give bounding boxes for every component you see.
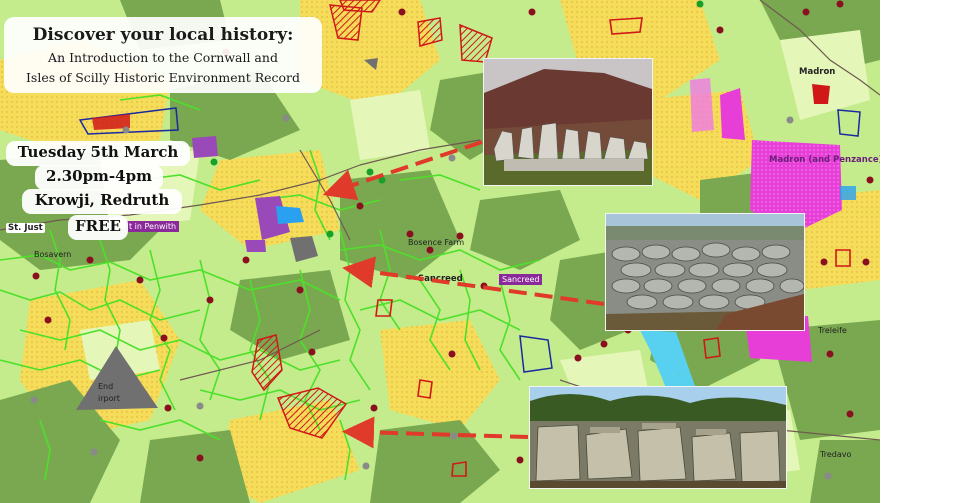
label-sancreed-village: Sancreed <box>418 274 463 284</box>
photo-stone-hedge-moorland <box>483 58 653 186</box>
event-price: FREE <box>68 215 128 240</box>
event-time: 2.30pm-4pm <box>35 165 163 190</box>
title-card: Discover your local history: An Introduc… <box>4 17 322 93</box>
label-st-just: St. Just <box>6 223 45 233</box>
label-treleife: Treleife <box>818 326 847 335</box>
label-airport: irport <box>98 394 120 403</box>
event-poster: Madron Madron (and Penzance) St. Just t … <box>0 0 960 503</box>
photo-1-illustration <box>484 59 652 185</box>
subtitle-line-1: An Introduction to the Cornwall and <box>48 50 278 65</box>
label-madron-penzance: Madron (and Penzance) <box>769 155 880 165</box>
label-madron: Madron <box>799 67 836 77</box>
event-date: Tuesday 5th March <box>6 141 190 166</box>
subtitle-line-2: Isles of Scilly Historic Environment Rec… <box>25 70 301 85</box>
photo-2-illustration <box>606 214 804 330</box>
label-bosence-farm: Bosence Farm <box>408 238 465 247</box>
photo-grown-over-stone-hedge <box>529 386 787 489</box>
page-title: Discover your local history: <box>32 25 294 45</box>
label-tredavo: Tredavo <box>820 450 852 459</box>
label-bosavern: Bosavern <box>34 250 72 259</box>
event-venue: Krowji, Redruth <box>22 189 182 214</box>
photo-dry-stone-wall <box>605 213 805 331</box>
label-end: End <box>98 382 114 391</box>
right-margin <box>880 0 960 503</box>
label-sancreed-parish: Sancreed <box>499 274 543 285</box>
photo-3-illustration <box>530 387 786 488</box>
label-penwith: t in Penwith <box>126 221 180 232</box>
